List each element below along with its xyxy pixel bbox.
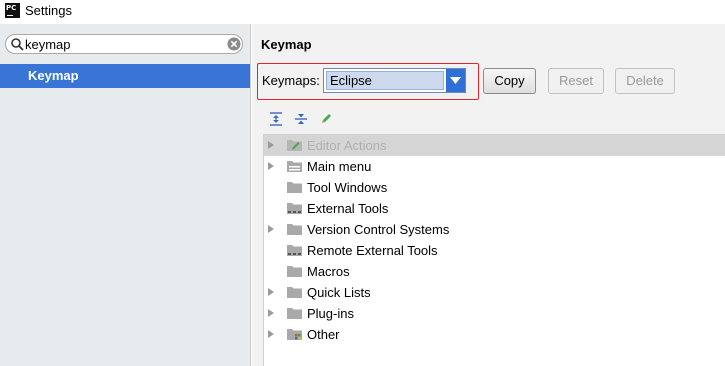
tree-item-editor-actions[interactable]: Editor Actions (264, 135, 725, 156)
title-bar: PC Settings (0, 0, 725, 24)
page-title: Keymap (261, 37, 312, 52)
window-title: Settings (25, 3, 72, 18)
folder-icon (287, 224, 302, 235)
tree-item-plug-ins[interactable]: Plug-ins (264, 303, 725, 324)
expand-arrow-icon[interactable] (268, 330, 274, 338)
tree-item-label: Remote External Tools (307, 243, 438, 258)
search-box[interactable] (5, 34, 243, 54)
chevron-down-icon[interactable] (446, 69, 465, 92)
tree-item-version-control[interactable]: Version Control Systems (264, 219, 725, 240)
tree-item-label: Plug-ins (307, 306, 354, 321)
tree-item-tool-windows[interactable]: Tool Windows (264, 177, 725, 198)
keymap-select[interactable]: Eclipse (323, 68, 466, 93)
tree-item-label: Quick Lists (307, 285, 371, 300)
pycharm-app-icon: PC (5, 3, 20, 18)
tree-item-remote-external-tools[interactable]: Remote External Tools (264, 240, 725, 261)
keymaps-label: Keymaps: (262, 73, 320, 88)
tools-folder-icon (287, 245, 302, 256)
tree-item-label: Macros (307, 264, 350, 279)
edit-pencil-icon[interactable] (319, 112, 333, 126)
tree-item-label: Other (307, 327, 340, 342)
sidebar: Keymap (0, 24, 251, 366)
tree-item-label: Editor Actions (307, 138, 387, 153)
other-folder-icon (287, 329, 302, 340)
expand-arrow-icon[interactable] (268, 225, 274, 233)
collapse-all-icon[interactable] (294, 112, 308, 126)
tree-item-label: External Tools (307, 201, 389, 216)
menu-folder-icon (287, 161, 302, 172)
tree-item-macros[interactable]: Macros (264, 261, 725, 282)
folder-icon (287, 308, 302, 319)
folder-icon (287, 266, 302, 277)
tree-item-quick-lists[interactable]: Quick Lists (264, 282, 725, 303)
folder-icon (287, 287, 302, 298)
expand-all-icon[interactable] (269, 112, 283, 126)
expand-arrow-icon[interactable] (268, 309, 274, 317)
clear-search-icon[interactable] (227, 37, 241, 51)
folder-icon (287, 140, 302, 151)
expand-arrow-icon[interactable] (268, 141, 274, 149)
expand-arrow-icon[interactable] (268, 288, 274, 296)
copy-button[interactable]: Copy (483, 68, 536, 94)
keymap-select-value: Eclipse (326, 71, 444, 90)
delete-button[interactable]: Delete (615, 68, 675, 94)
sidebar-item-keymap[interactable]: Keymap (0, 64, 250, 88)
tree-item-external-tools[interactable]: External Tools (264, 198, 725, 219)
search-input[interactable] (25, 36, 220, 52)
expand-arrow-icon[interactable] (268, 162, 274, 170)
keymap-tree[interactable]: Editor Actions Main menu Tool Windows Ex… (263, 134, 725, 366)
tools-folder-icon (287, 203, 302, 214)
folder-icon (287, 182, 302, 193)
tree-item-label: Tool Windows (307, 180, 388, 195)
tree-item-main-menu[interactable]: Main menu (264, 156, 725, 177)
tree-item-label: Version Control Systems (307, 222, 450, 237)
reset-button[interactable]: Reset (548, 68, 604, 94)
search-icon (11, 38, 24, 51)
main-panel: Keymap Keymaps: Eclipse Copy Reset Delet… (252, 24, 725, 366)
tree-item-other[interactable]: Other (264, 324, 725, 345)
tree-item-label: Main menu (307, 159, 372, 174)
